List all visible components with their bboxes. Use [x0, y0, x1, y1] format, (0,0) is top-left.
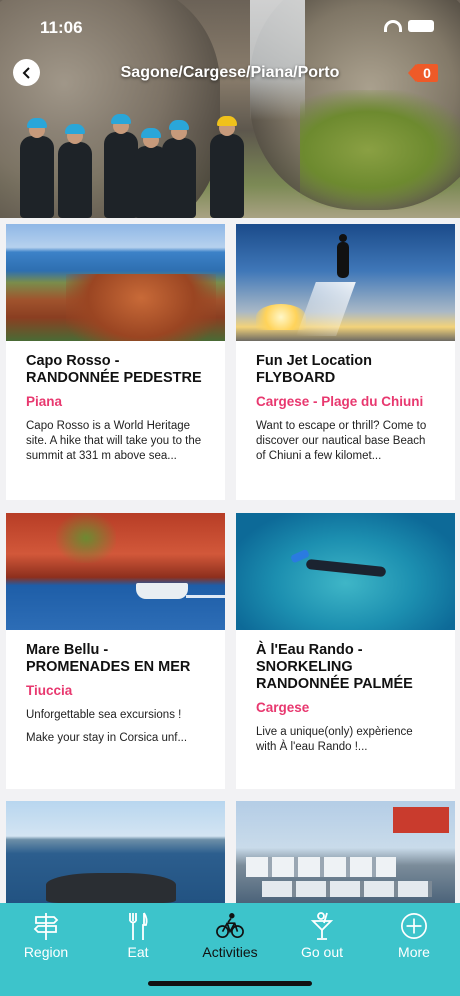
activity-card[interactable]: Mare Bellu - PROMENADES EN MER Tiuccia U… [6, 513, 225, 789]
card-image [6, 801, 225, 918]
activity-card[interactable]: Capo Rosso - RANDONNÉE PEDESTRE Piana Ca… [6, 224, 225, 500]
activity-card[interactable] [236, 801, 455, 918]
card-image [236, 801, 455, 918]
card-title: Mare Bellu - PROMENADES EN MER [26, 642, 191, 675]
card-description: Capo Rosso is a World Heritage site. A h… [26, 420, 202, 462]
tab-label: More [398, 944, 430, 960]
card-image [6, 513, 225, 630]
battery-icon [408, 20, 434, 32]
card-place: Tiuccia [26, 683, 73, 698]
tab-label: Eat [127, 944, 149, 960]
page-title: Sagone/Cargese/Piana/Porto [120, 64, 340, 81]
status-icons [384, 20, 434, 32]
cart-badge[interactable]: 0 [408, 64, 438, 82]
tab-label: Activities [202, 944, 258, 960]
card-image [6, 224, 225, 341]
card-place: Cargese [256, 700, 310, 715]
plus-circle-icon [400, 911, 428, 941]
card-description: Live a unique(only) expèrience with À l'… [256, 726, 413, 753]
card-description: Unforgettable sea excursions ! [26, 709, 182, 721]
card-image [236, 513, 455, 630]
card-title: Fun Jet Location FLYBOARD [256, 353, 372, 386]
tab-label: Go out [300, 944, 344, 960]
activity-card[interactable]: À l'Eau Rando - SNORKELING RANDONNÉE PAL… [236, 513, 455, 789]
card-description: Want to escape or thrill? Come to discov… [256, 420, 427, 462]
activity-card[interactable] [6, 801, 225, 918]
card-place: Cargese - Plage du Chiuni [256, 394, 424, 409]
bicycle-icon [216, 911, 244, 941]
card-image [236, 224, 455, 341]
tab-more[interactable]: More [368, 903, 460, 996]
canyoning-group [0, 114, 250, 218]
card-title: Capo Rosso - RANDONNÉE PEDESTRE [26, 353, 202, 386]
home-indicator [148, 981, 312, 986]
card-title: À l'Eau Rando - SNORKELING RANDONNÉE PAL… [256, 642, 413, 692]
status-time: 11:06 [40, 18, 83, 37]
signpost-icon [32, 911, 60, 941]
card-place: Piana [26, 394, 63, 409]
tab-region[interactable]: Region [0, 903, 92, 996]
wifi-icon [384, 20, 402, 32]
cocktail-icon [308, 911, 336, 941]
fork-knife-icon [124, 911, 152, 941]
card-description: Make your stay in Corsica unf... [26, 732, 188, 744]
activity-card[interactable]: Fun Jet Location FLYBOARD Cargese - Plag… [236, 224, 455, 500]
cart-count: 0 [423, 65, 431, 81]
tab-label: Region [23, 944, 69, 960]
